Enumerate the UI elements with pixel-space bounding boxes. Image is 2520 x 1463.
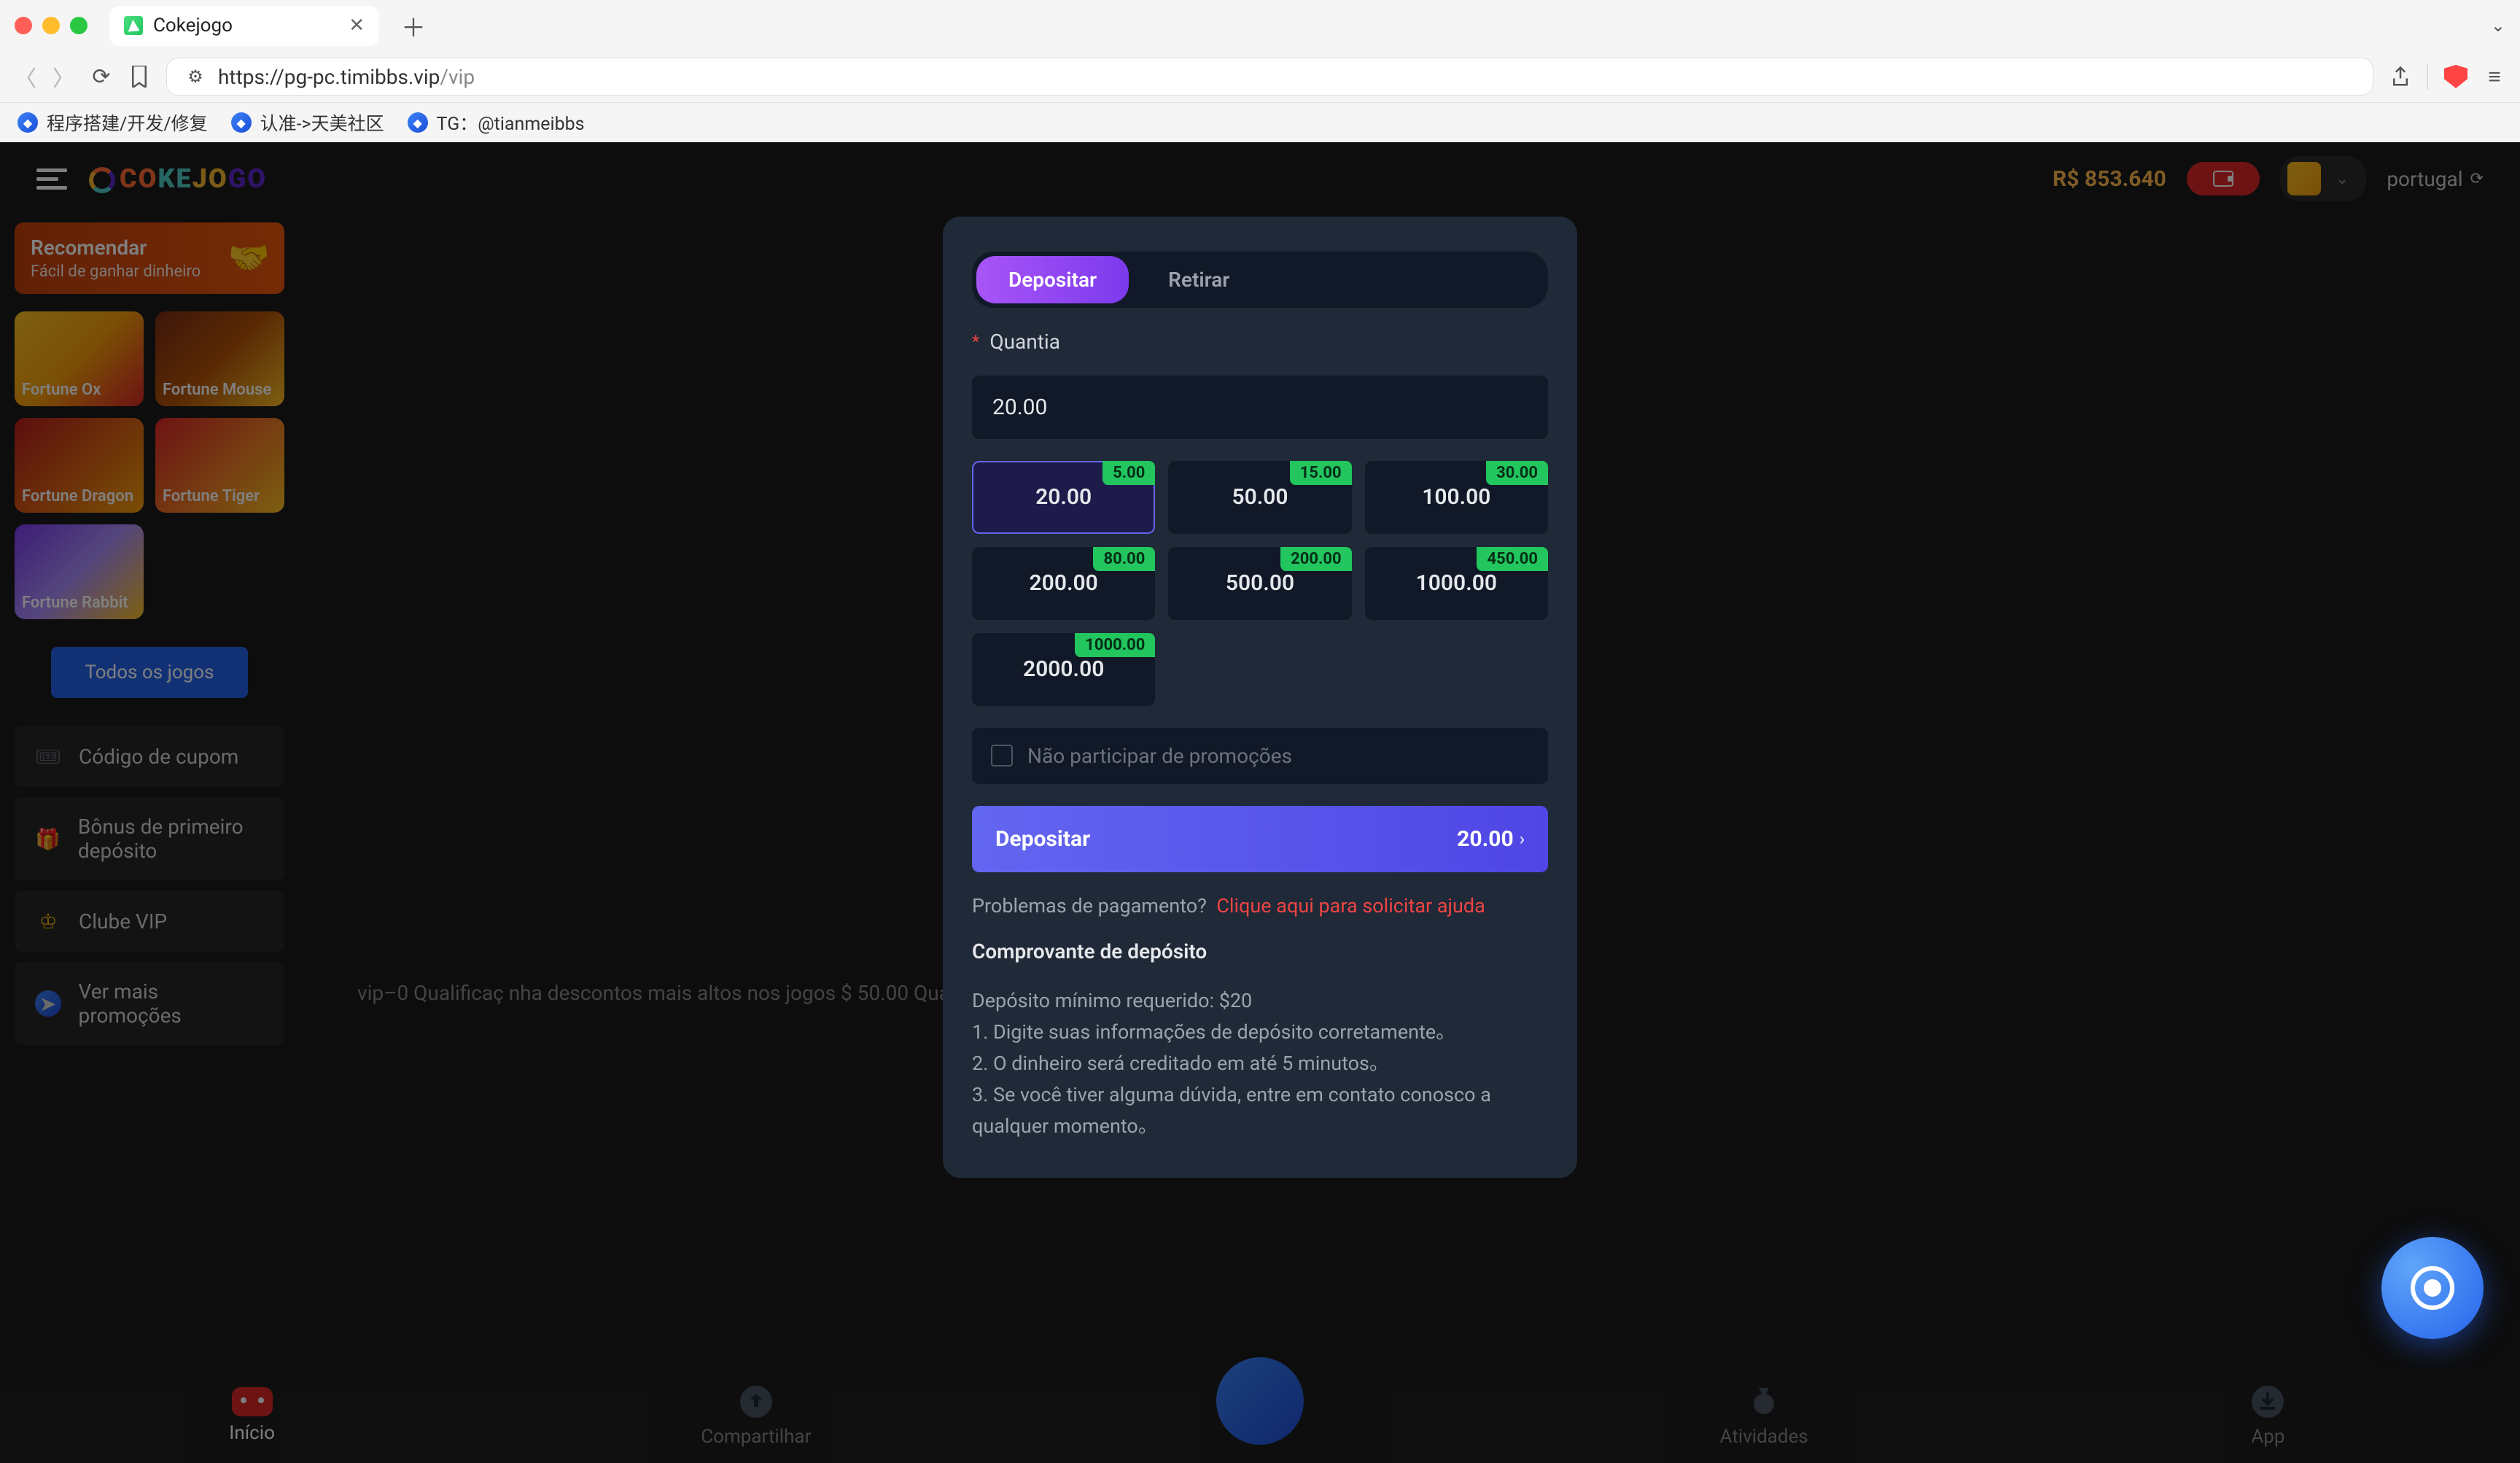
amount-value: 50.00 (1232, 484, 1288, 510)
nav-reload-icon[interactable]: ⟳ (90, 66, 112, 88)
bookmark-label: TG：@tianmeibbs (437, 109, 585, 136)
amount-options-grid: 5.0020.00 15.0050.00 30.00100.00 80.0020… (972, 461, 1548, 706)
info-min-req: Depósito mínimo requerido: $20 (972, 985, 1548, 1017)
browser-chrome: Cokejogo ✕ ＋ ⌄ 〈 〉 ⟳ ⚙ https://pg-pc.tim… (0, 0, 2520, 142)
tab-favicon-icon (124, 16, 143, 35)
amount-value: 200.00 (1030, 570, 1098, 596)
bookmark-favicon-icon: ◆ (408, 112, 428, 133)
bonus-tag: 80.00 (1093, 547, 1155, 571)
window-minimize-button[interactable] (42, 17, 60, 34)
checkbox-label: Não participar de promoções (1027, 744, 1292, 768)
amount-value: 1000.00 (1416, 570, 1497, 596)
amount-option[interactable]: 200.00500.00 (1168, 547, 1351, 620)
bonus-tag: 30.00 (1486, 461, 1548, 485)
tab-bar: Cokejogo ✕ ＋ ⌄ (0, 0, 2520, 51)
tab-deposit[interactable]: Depositar (976, 256, 1129, 303)
amount-value: 2000.00 (1023, 656, 1104, 682)
bookmarks-bar: ◆ 程序搭建/开发/修复 ◆ 认准->天美社区 ◆ TG：@tianmeibbs (0, 102, 2520, 142)
bookmark-item[interactable]: ◆ 程序搭建/开发/修复 (18, 109, 208, 136)
shield-icon[interactable] (2444, 65, 2468, 88)
required-asterisk-icon: * (972, 331, 979, 352)
amount-field-label: * Quantia (972, 330, 1548, 354)
address-bar: 〈 〉 ⟳ ⚙ https://pg-pc.timibbs.vip/vip ≡ (0, 51, 2520, 102)
url-host: pg-pc.timibbs.vip (284, 65, 440, 89)
bookmark-favicon-icon: ◆ (18, 112, 38, 133)
proof-section-title: Comprovante de depósito (972, 939, 1548, 963)
window-controls (15, 17, 88, 34)
url-text: https://pg-pc.timibbs.vip/vip (218, 65, 475, 89)
checkbox-icon[interactable] (991, 745, 1013, 767)
amount-option[interactable]: 5.00 20.00 (972, 461, 1155, 534)
bookmark-item[interactable]: ◆ TG：@tianmeibbs (408, 109, 585, 136)
url-path: /vip (440, 65, 475, 89)
tab-overflow-icon[interactable]: ⌄ (2491, 15, 2505, 36)
browser-tab[interactable]: Cokejogo ✕ (109, 6, 379, 46)
nav-back-icon[interactable]: 〈 (15, 66, 36, 88)
share-icon[interactable] (2389, 66, 2411, 88)
deposit-submit-button[interactable]: Depositar 20.00 › (972, 806, 1548, 872)
url-input[interactable]: ⚙ https://pg-pc.timibbs.vip/vip (166, 58, 2373, 96)
bonus-tag: 5.00 (1102, 461, 1155, 485)
bookmark-item[interactable]: ◆ 认准->天美社区 (231, 109, 384, 136)
divider (2427, 63, 2428, 90)
info-line: 1. Digite suas informações de depósito c… (972, 1017, 1548, 1048)
site-settings-icon[interactable]: ⚙ (184, 66, 206, 88)
amount-option[interactable]: 80.00200.00 (972, 547, 1155, 620)
help-question: Problemas de pagamento? (972, 894, 1207, 917)
bonus-tag: 15.00 (1290, 461, 1352, 485)
amount-value: 100.00 (1422, 484, 1490, 510)
amount-option[interactable]: 30.00100.00 (1365, 461, 1548, 534)
window-maximize-button[interactable] (70, 17, 88, 34)
tab-withdraw[interactable]: Retirar (1136, 256, 1261, 303)
bonus-tag: 450.00 (1477, 547, 1548, 571)
amount-value: 20.00 (1035, 484, 1092, 510)
deposit-modal: Depositar Retirar * Quantia 20.00 5.00 20.… (943, 217, 1577, 1178)
amount-option[interactable]: 15.0050.00 (1168, 461, 1351, 534)
window-close-button[interactable] (15, 17, 32, 34)
nav-forward-icon[interactable]: 〉 (52, 66, 74, 88)
amount-label-text: Quantia (989, 330, 1060, 354)
bookmark-icon[interactable] (128, 66, 150, 88)
bookmark-favicon-icon: ◆ (231, 112, 252, 133)
info-line: 3. Se você tiver alguma dúvida, entre em… (972, 1079, 1548, 1142)
app-viewport: COKEJOGO R$ 853.640 ⌄ portugal ⟳ Recomen… (0, 142, 2520, 1463)
bonus-tag: 200.00 (1280, 547, 1352, 571)
amount-input[interactable]: 20.00 (972, 376, 1548, 439)
new-tab-button[interactable]: ＋ (401, 8, 426, 44)
deposit-info: Depósito mínimo requerido: $20 1. Digite… (972, 985, 1548, 1143)
submit-amount: 20.00 (1457, 826, 1514, 852)
menu-icon[interactable]: ≡ (2484, 66, 2505, 88)
bookmark-label: 程序搭建/开发/修复 (47, 109, 208, 136)
support-fab[interactable] (2381, 1237, 2484, 1339)
amount-option[interactable]: 450.001000.00 (1365, 547, 1548, 620)
headset-icon (2411, 1266, 2454, 1310)
bonus-tag: 1000.00 (1075, 633, 1155, 657)
amount-value: 500.00 (1226, 570, 1294, 596)
tab-title: Cokejogo (153, 15, 338, 36)
info-line: 2. O dinheiro será creditado em até 5 mi… (972, 1048, 1548, 1079)
modal-tab-switch: Depositar Retirar (972, 252, 1548, 308)
url-scheme: https:// (218, 65, 284, 89)
tab-close-icon[interactable]: ✕ (349, 15, 365, 36)
bookmark-label: 认准->天美社区 (260, 109, 384, 136)
opt-out-checkbox-row[interactable]: Não participar de promoções (972, 728, 1548, 784)
submit-label: Depositar (995, 826, 1090, 852)
help-row: Problemas de pagamento? Clique aqui para… (972, 894, 1548, 917)
amount-option[interactable]: 1000.002000.00 (972, 633, 1155, 706)
chevron-right-icon: › (1520, 828, 1525, 849)
help-link[interactable]: Clique aqui para solicitar ajuda (1216, 894, 1485, 917)
